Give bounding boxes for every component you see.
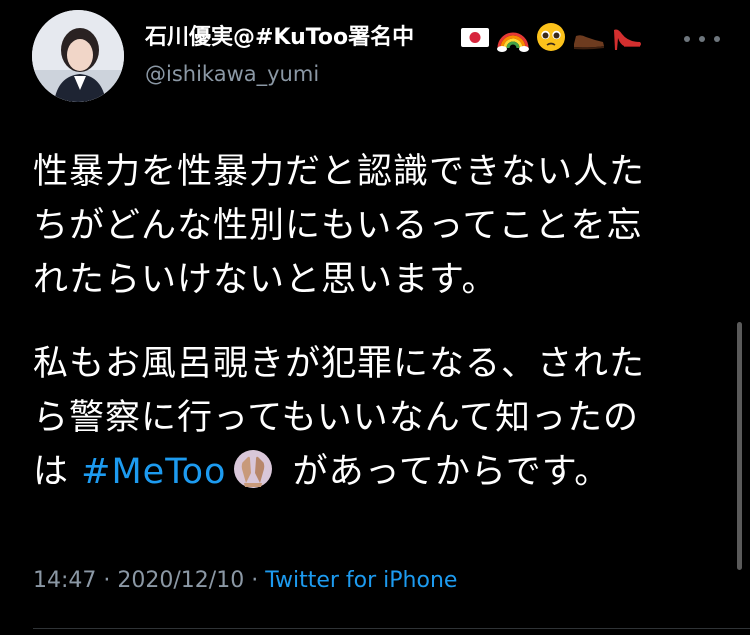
- rainbow-icon: [496, 20, 530, 54]
- text-segment: は: [33, 452, 82, 492]
- japan-flag-icon: [458, 20, 492, 54]
- text-line: ちがどんな性別にもいるってことを忘: [33, 206, 643, 246]
- avatar[interactable]: [32, 10, 124, 102]
- more-dot-icon: [699, 36, 705, 42]
- text-segment: があってからです。: [280, 452, 611, 492]
- tweet-paragraph-1: 性暴力を性暴力だと認識できない人た ちがどんな性別にもいるってことを忘 れたらい…: [33, 145, 723, 307]
- name-emojis: [458, 20, 644, 54]
- text-line-last: は #MeToo があってからです。: [33, 445, 723, 499]
- more-options-button[interactable]: [684, 30, 720, 48]
- tweet-paragraph-2: 私もお風呂覗きが犯罪になる、された ら警察に行ってもいいなんて知ったの は #M…: [33, 337, 723, 499]
- tweet-time[interactable]: 14:47: [33, 568, 96, 593]
- tweet-date[interactable]: 2020/12/10: [117, 568, 244, 593]
- high-heel-icon: [610, 20, 644, 54]
- meta-separator: ·: [244, 568, 266, 593]
- dress-shoe-icon: [572, 20, 606, 54]
- display-name[interactable]: 石川優実@#KuToo署名中: [145, 24, 414, 52]
- tweet: 石川優実@#KuToo署名中 @ishikawa_yumi 性暴力を性暴力だと認…: [0, 0, 750, 635]
- text-line: 性暴力を性暴力だと認識できない人た: [33, 152, 646, 192]
- more-dot-icon: [684, 36, 690, 42]
- handle[interactable]: @ishikawa_yumi: [145, 61, 319, 87]
- tweet-source-link[interactable]: Twitter for iPhone: [265, 568, 457, 593]
- text-line: 私もお風呂覗きが犯罪になる、された: [33, 344, 646, 384]
- pleading-face-icon: [534, 20, 568, 54]
- more-dot-icon: [714, 36, 720, 42]
- tweet-meta: 14:47 · 2020/12/10 · Twitter for iPhone: [33, 567, 457, 595]
- text-line: れたらいけないと思います。: [33, 260, 498, 300]
- text-line: ら警察に行ってもいいなんて知ったの: [33, 398, 640, 438]
- scrollbar[interactable]: [737, 322, 742, 570]
- hashtag-link[interactable]: #MeToo: [81, 452, 226, 492]
- meta-separator: ·: [96, 568, 118, 593]
- divider: [33, 628, 750, 629]
- raised-hands-icon: [230, 449, 276, 489]
